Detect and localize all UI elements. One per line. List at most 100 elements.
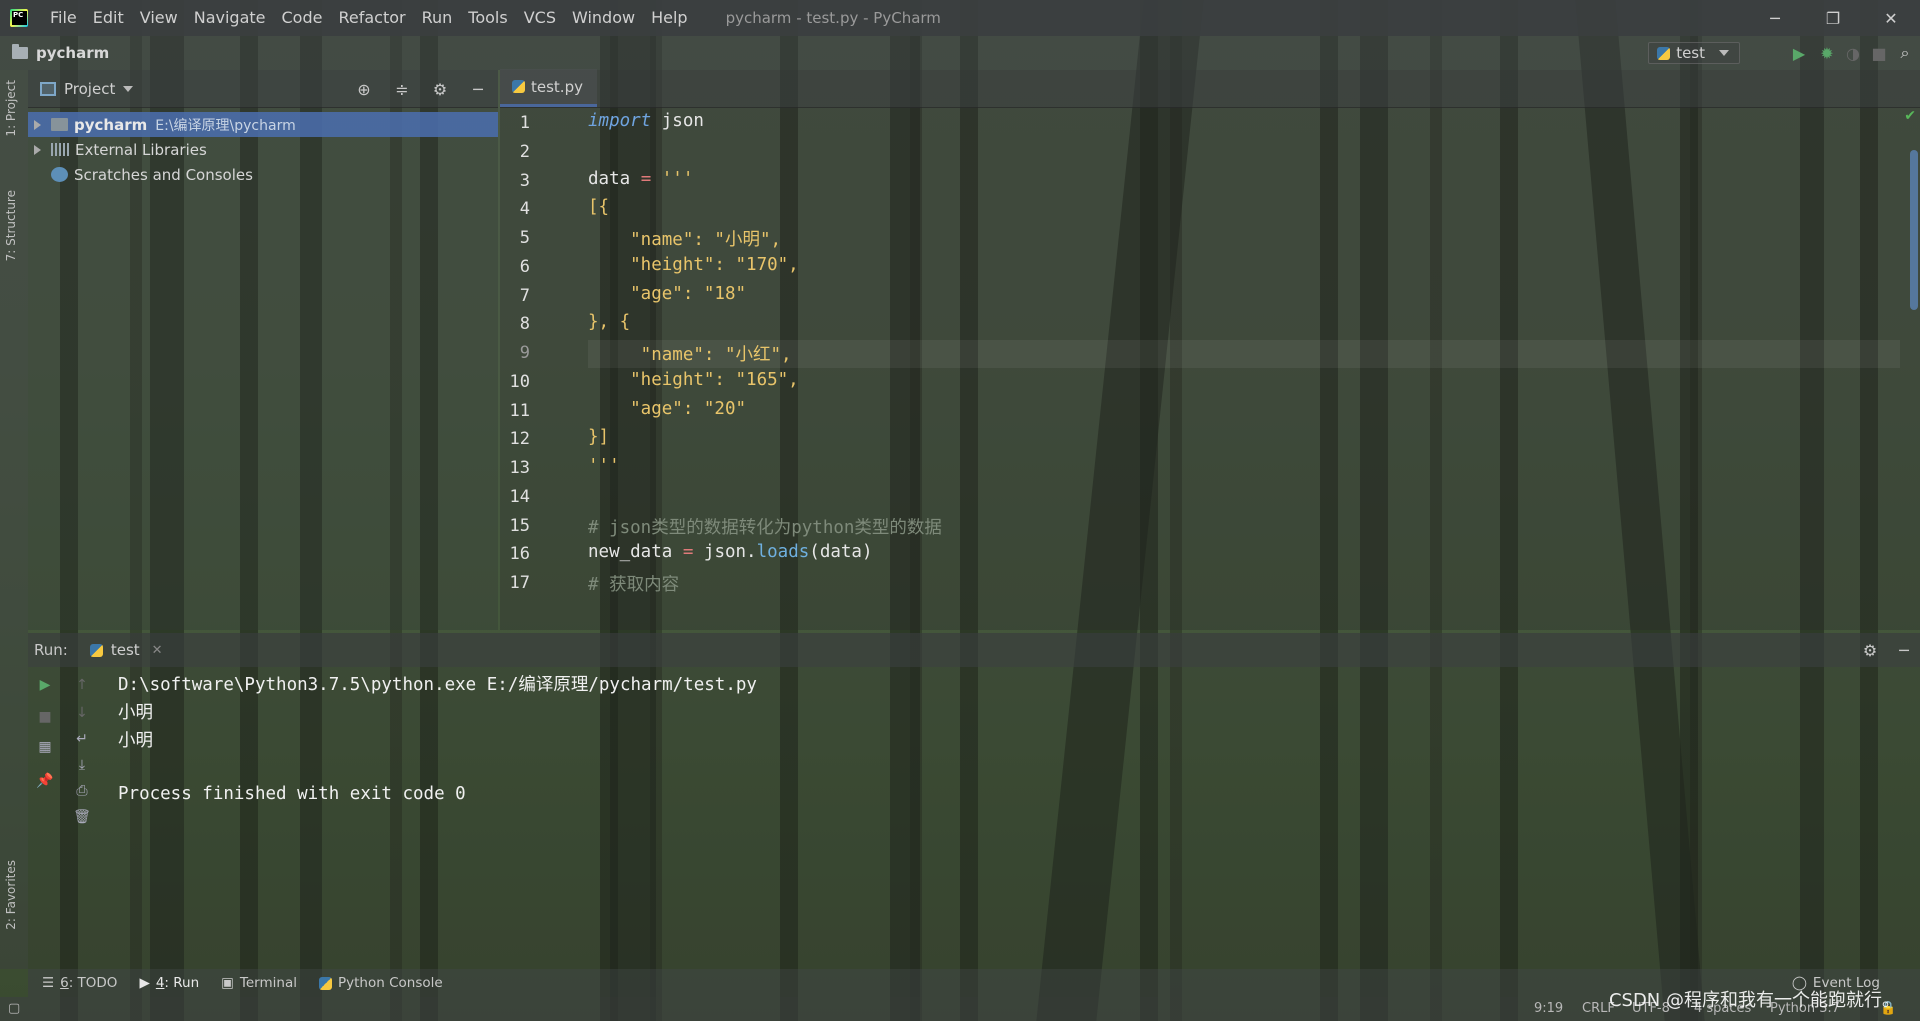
tree-item-external-libraries[interactable]: External Libraries [28,137,498,162]
menu-window[interactable]: Window [564,0,643,36]
code-line: "name": "小红", [588,345,792,365]
code-line: [{ [588,197,610,217]
editor: test.py 1 2 3 4 5 6 7 8 9 10 11 12 13 14… [500,69,1920,630]
run-icon[interactable]: ▶ [1790,44,1808,63]
line-number: 3 [519,171,530,191]
menu-view[interactable]: View [132,0,186,36]
minimize-icon: ─ [1770,8,1780,28]
line-number: 12 [509,429,530,449]
search-icon[interactable]: ⌕ [1896,43,1914,62]
hide-icon[interactable]: ─ [1894,641,1914,660]
hide-icon[interactable]: ─ [468,80,488,99]
pin-icon[interactable]: 📌 [35,771,55,791]
scroll-to-end-icon[interactable]: ⤓ [72,755,92,775]
favorites-toolwindow-button[interactable]: 2: Favorites [4,860,18,930]
title-bar: File Edit View Navigate Code Refactor Ru… [0,0,1920,36]
run-config-label: test [1676,44,1705,62]
expand-arrow-icon[interactable] [34,144,41,155]
project-panel-header: Project ⊕ ≑ ⚙ ─ [28,70,498,108]
breadcrumb-project[interactable]: pycharm [36,44,109,62]
project-toolwindow-button[interactable]: 1: Project [4,80,18,137]
down-arrow-icon[interactable]: ↓ [72,703,92,723]
tab-test-py[interactable]: test.py [500,69,597,107]
navigation-bar: pycharm test ▶ ✹ ◑ ■ ⌕ [0,36,1920,70]
run-tab-test[interactable]: test ✕ [89,641,163,659]
console-line: 小明 [118,703,153,723]
code-area[interactable]: import json data = ''' [{ "name": "小明", … [588,108,1900,630]
folder-icon [12,44,28,59]
menu-refactor[interactable]: Refactor [330,0,413,36]
console-line: D:\software\Python3.7.5\python.exe E:/编译… [118,675,757,695]
run-icon: ▶ [139,975,150,991]
run-console-output[interactable]: D:\software\Python3.7.5\python.exe E:/编译… [118,667,1920,969]
python-console-toolwindow-button[interactable]: Python Console [318,975,443,991]
print-icon[interactable]: ⎙ [72,781,92,801]
scratches-icon [51,167,68,182]
locate-icon[interactable]: ⊕ [354,80,374,99]
collapse-all-icon[interactable]: ≑ [392,80,412,99]
code-line: data = ''' [588,169,694,189]
run-toolwindow-button[interactable]: ▶ 4: Run [139,975,199,991]
trash-icon[interactable]: 🗑 [72,807,92,827]
menu-run[interactable]: Run [414,0,461,36]
project-panel: Project ⊕ ≑ ⚙ ─ pycharm E:\编译原理\pycharm … [28,70,498,630]
run-toolbar-primary: ▶ ■ ▦ 📌 [28,667,62,969]
toggle-tool-buttons-icon[interactable]: ▢ [8,1001,20,1016]
line-number: 8 [519,314,530,334]
project-panel-tools: ⊕ ≑ ⚙ ─ [354,70,498,108]
stop-icon[interactable]: ■ [1870,44,1888,63]
tree-item-label: pycharm [74,115,148,134]
menu-tools[interactable]: Tools [460,0,515,36]
todo-toolwindow-button[interactable]: ☰ 6: TODO [42,975,117,991]
soft-wrap-icon[interactable]: ↵ [72,729,92,749]
code-line: "height": "165", [588,370,799,390]
line-number: 1 [519,113,530,133]
inspection-ok-icon[interactable]: ✔ [1904,108,1916,124]
menu-navigate[interactable]: Navigate [186,0,274,36]
up-arrow-icon[interactable]: ↑ [72,675,92,695]
run-panel-header: Run: test ✕ ⚙ ─ [28,633,1920,667]
project-view-selector[interactable]: Project [64,80,115,98]
expand-arrow-icon[interactable] [34,119,41,130]
terminal-label: Terminal [239,975,297,991]
caret-position[interactable]: 9:19 [1534,1001,1563,1016]
left-tool-stripe: 1: Project 7: Structure 2: Favorites [0,70,28,969]
stop-icon[interactable]: ■ [35,707,55,727]
code-line: # 获取内容 [588,575,680,595]
python-file-icon [512,80,525,93]
restore-button[interactable]: ❐ [1804,0,1862,36]
menu-file[interactable]: File [42,0,85,36]
window-title: pycharm - test.py - PyCharm [725,9,941,27]
tree-item-scratches[interactable]: Scratches and Consoles [28,162,498,187]
code-line: "name": "小明", [588,230,782,250]
debug-icon[interactable]: ✹ [1818,44,1836,63]
structure-toolwindow-button[interactable]: 7: Structure [4,190,18,261]
code-line: ''' [588,456,620,476]
gear-icon[interactable]: ⚙ [430,80,450,99]
todo-label: 6: TODO [60,975,118,991]
python-console-label: Python Console [337,975,443,991]
menu-vcs[interactable]: VCS [516,0,564,36]
line-number-gutter: 1 2 3 4 5 6 7 8 9 10 11 12 13 14 15 16 1… [500,108,580,630]
rerun-icon[interactable]: ▶ [35,675,55,695]
python-file-icon [89,643,103,657]
menu-help[interactable]: Help [643,0,695,36]
close-button[interactable]: ✕ [1862,0,1920,36]
python-console-icon [318,976,332,990]
close-icon[interactable]: ✕ [152,643,163,658]
run-config-selector[interactable]: test [1648,42,1740,64]
minimize-button[interactable]: ─ [1746,0,1804,36]
code-line: "age": "18" [588,284,747,304]
code-line: "age": "20" [588,399,747,419]
layout-icon[interactable]: ▦ [35,737,55,757]
coverage-icon[interactable]: ◑ [1844,44,1862,63]
tree-item-pycharm[interactable]: pycharm E:\编译原理\pycharm [28,112,498,137]
menu-edit[interactable]: Edit [85,0,132,36]
menu-code[interactable]: Code [274,0,331,36]
gear-icon[interactable]: ⚙ [1860,641,1880,660]
chevron-down-icon[interactable] [123,85,134,92]
console-line: 小明 [118,731,153,751]
editor-scrollbar[interactable] [1910,150,1918,310]
terminal-toolwindow-button[interactable]: ▣ Terminal [221,975,297,991]
editor-tab-bar: test.py [500,69,1920,108]
